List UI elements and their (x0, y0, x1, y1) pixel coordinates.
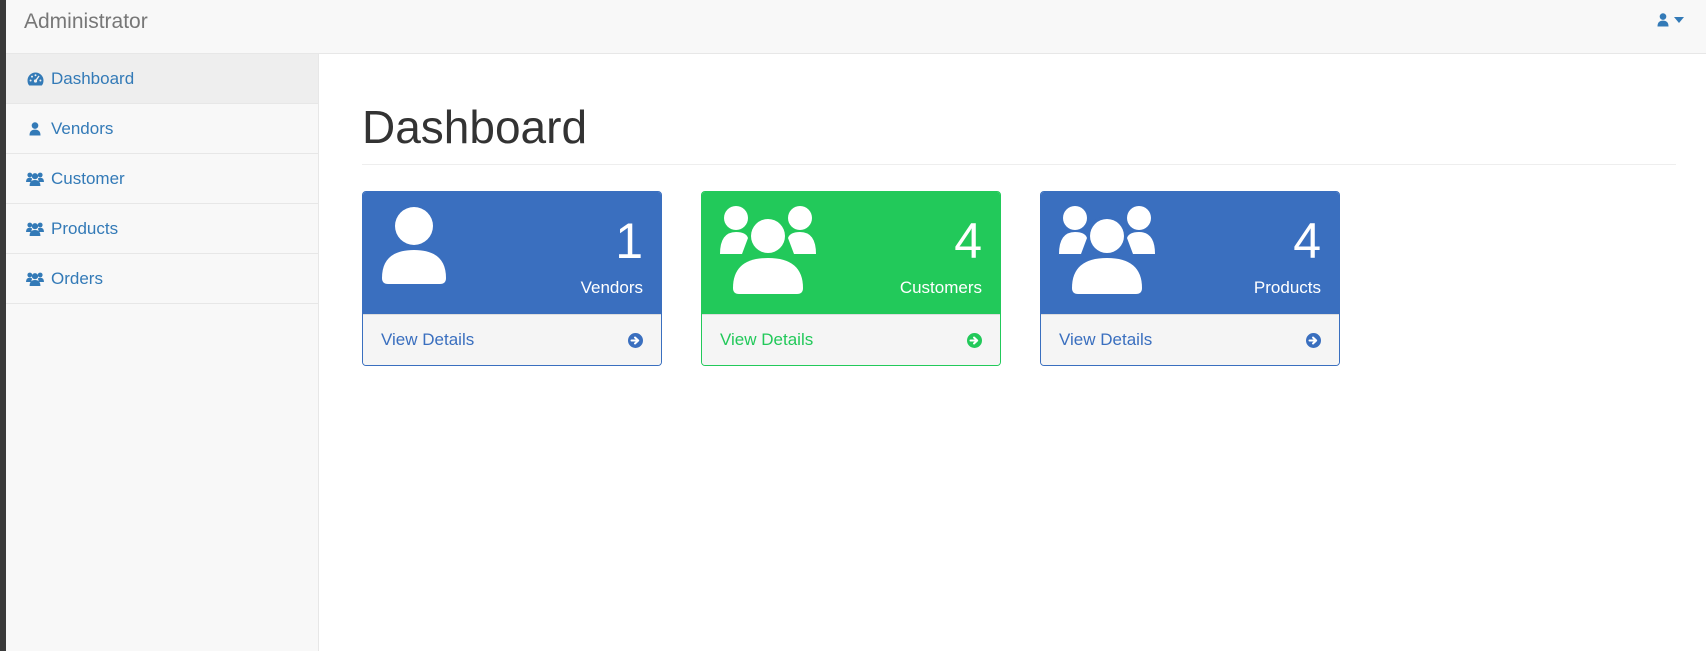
customers-view-details-link[interactable]: View Details (702, 314, 1000, 365)
brand-title[interactable]: Administrator (24, 10, 148, 34)
vendors-panel: 1 Vendors View Details (362, 191, 662, 366)
sidebar-item-label: Products (51, 218, 119, 238)
user-icon (26, 121, 44, 136)
app-window: Administrator Dashboard Vendors Customer… (6, 0, 1706, 651)
vendors-count: 1 (615, 213, 643, 269)
user-icon (381, 206, 447, 289)
main-content: Dashboard 1 Vendors View Details 4 Custo… (319, 54, 1706, 651)
title-divider (362, 164, 1676, 165)
dashboard-icon (26, 72, 44, 86)
page-title: Dashboard (362, 101, 588, 153)
arrow-circle-right-icon (967, 332, 982, 348)
products-label: Products (1253, 278, 1321, 297)
view-details-label: View Details (1059, 330, 1153, 349)
view-details-label: View Details (720, 330, 814, 349)
sidebar-item-dashboard[interactable]: Dashboard (6, 54, 318, 104)
view-details-label: View Details (381, 330, 475, 349)
sidebar-item-label: Orders (51, 268, 103, 288)
sidebar-item-vendors[interactable]: Vendors (6, 104, 318, 154)
users-icon (26, 222, 44, 236)
vendors-panel-heading: 1 Vendors (363, 192, 661, 314)
caret-down-icon (1674, 17, 1684, 23)
sidebar-item-label: Vendors (51, 118, 114, 138)
customers-label: Customers (899, 278, 982, 297)
sidebar-item-customer[interactable]: Customer (6, 154, 318, 204)
sidebar: Dashboard Vendors Customer Products Orde… (6, 54, 319, 651)
products-view-details-link[interactable]: View Details (1041, 314, 1339, 365)
customers-panel-heading: 4 Customers (702, 192, 1000, 314)
user-menu-toggle[interactable] (1657, 13, 1684, 27)
vendors-label: Vendors (580, 278, 643, 297)
products-panel-heading: 4 Products (1041, 192, 1339, 314)
sidebar-item-products[interactable]: Products (6, 204, 318, 254)
sidebar-item-orders[interactable]: Orders (6, 254, 318, 304)
top-navbar: Administrator (6, 0, 1706, 54)
arrow-circle-right-icon (1306, 332, 1321, 348)
products-panel: 4 Products View Details (1040, 191, 1340, 366)
user-icon (1657, 13, 1669, 27)
sidebar-item-label: Customer (51, 168, 125, 188)
users-icon (26, 272, 44, 286)
customers-count: 4 (954, 213, 982, 269)
sidebar-item-label: Dashboard (51, 68, 135, 88)
vendors-view-details-link[interactable]: View Details (363, 314, 661, 365)
users-icon (1059, 204, 1155, 299)
users-icon (720, 204, 816, 299)
products-count: 4 (1293, 213, 1321, 269)
arrow-circle-right-icon (628, 332, 643, 348)
customers-panel: 4 Customers View Details (701, 191, 1001, 366)
users-icon (26, 172, 44, 186)
